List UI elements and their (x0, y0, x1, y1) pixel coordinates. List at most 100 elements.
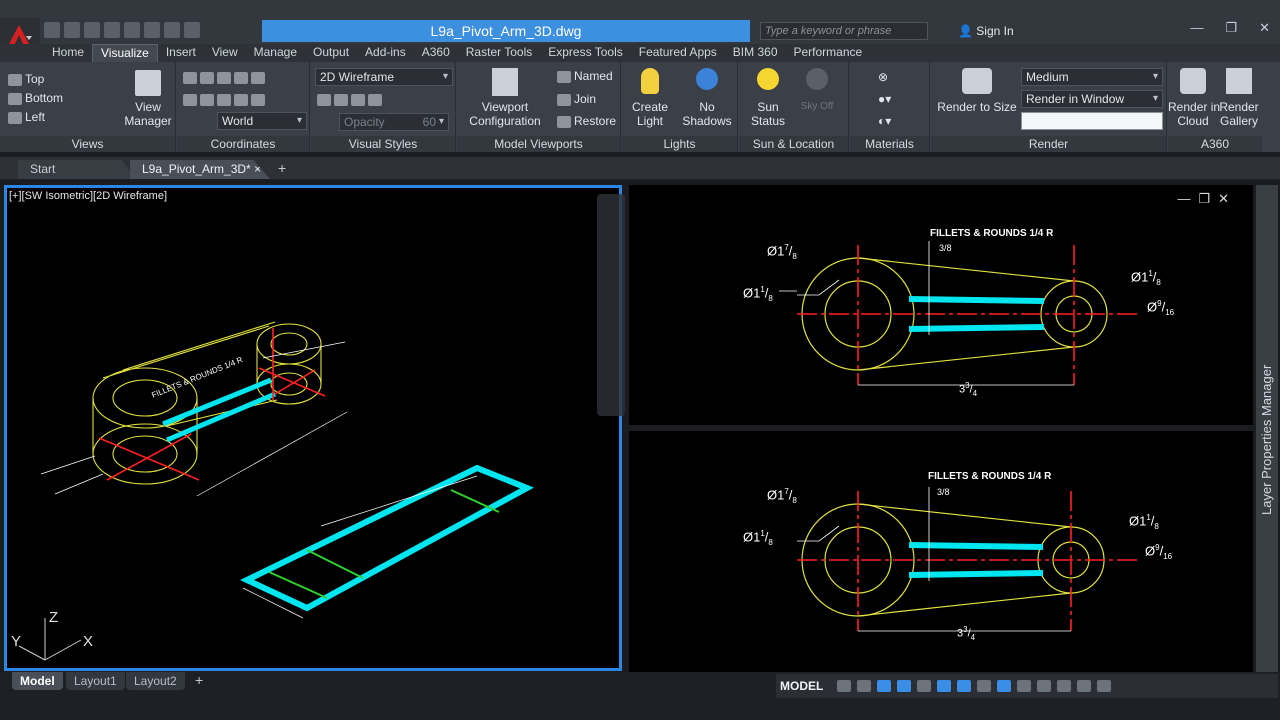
open-icon[interactable] (64, 22, 80, 38)
ucs-world-dropdown[interactable]: World (217, 112, 307, 130)
navigation-bar[interactable] (597, 194, 625, 416)
render-preset-field[interactable] (1021, 112, 1163, 130)
ribbon-tab-home[interactable]: Home (44, 44, 92, 62)
title-bar: L9a_Pivot_Arm_3D.dwg Type a keyword or p… (0, 0, 1280, 58)
share-icon[interactable] (184, 22, 200, 38)
render-gallery-button[interactable]: Render Gallery (1216, 68, 1262, 128)
polar-icon[interactable] (897, 680, 912, 692)
grid-icon[interactable] (837, 680, 852, 692)
ribbon-tab-manage[interactable]: Manage (246, 44, 305, 62)
sun-icon (757, 68, 779, 90)
ribbon-tab-insert[interactable]: Insert (158, 44, 204, 62)
ribbon-tab-a360[interactable]: A360 (414, 44, 458, 62)
hardware-icon[interactable] (1057, 680, 1072, 692)
opacity-slider[interactable]: Opacity 60 (339, 113, 449, 131)
join-viewports-button[interactable]: Join (557, 92, 596, 106)
osnap-icon[interactable] (917, 680, 932, 692)
workspace-icon[interactable] (977, 680, 992, 692)
close-icon[interactable]: ✕ (1259, 20, 1270, 36)
ribbon-tab-featured-apps[interactable]: Featured Apps (631, 44, 725, 62)
render-output-dropdown[interactable]: Render in Window (1021, 90, 1163, 108)
render-to-size-button[interactable]: Render to Size (937, 68, 1017, 114)
ucs-icons-row1[interactable] (183, 70, 268, 84)
view-manager-button[interactable]: View Manager (124, 70, 172, 128)
undo-icon[interactable] (144, 22, 160, 38)
status-bar: Model Layout1 Layout2 + MODEL (0, 672, 1280, 720)
viewport-configuration-button[interactable]: Viewport Configuration (461, 68, 549, 128)
save-icon[interactable] (84, 22, 100, 38)
restore-icon[interactable]: ❐ (1225, 20, 1237, 36)
viewport-3d[interactable]: [+][SW Isometric][2D Wireframe] FILLETS … (4, 185, 625, 671)
material-sphere-icon[interactable]: ●▾ (878, 92, 891, 106)
model-space-button[interactable]: MODEL (780, 679, 823, 693)
tab-layout2[interactable]: Layout2 (126, 672, 185, 690)
redo-icon[interactable] (164, 22, 180, 38)
dim-length-2: 33/4 (957, 625, 976, 642)
tab-drawing[interactable]: L9a_Pivot_Arm_3D* × (130, 160, 270, 179)
named-viewports-button[interactable]: Named (557, 69, 613, 83)
drawing-area: [+][SW Isometric][2D Wireframe] FILLETS … (0, 180, 1280, 672)
render-quality-dropdown[interactable]: Medium (1021, 68, 1163, 86)
restore-viewports-button[interactable]: Restore (557, 114, 616, 128)
clean-screen-icon[interactable] (1077, 680, 1092, 692)
gear-icon[interactable] (1017, 680, 1032, 692)
model-viewports-panel-title: Model Viewports (457, 136, 620, 152)
ribbon-tab-view[interactable]: View (204, 44, 246, 62)
tab-start[interactable]: Start (18, 160, 136, 179)
save-as-icon[interactable] (104, 22, 120, 38)
search-input[interactable]: Type a keyword or phrase (760, 22, 928, 40)
visual-style-tools[interactable] (317, 92, 385, 106)
dim-dia-right-2: Ø11/8 (1129, 513, 1159, 531)
iso-note: FILLETS & ROUNDS 1/4 R (150, 355, 244, 400)
print-icon[interactable] (124, 22, 140, 38)
new-icon[interactable] (44, 22, 60, 38)
view-top[interactable]: Top (8, 72, 44, 86)
ucs-icons-row2[interactable] (183, 92, 268, 106)
ortho-icon[interactable] (877, 680, 892, 692)
lights-panel-title: Lights (622, 136, 737, 152)
ribbon-tab-bim-360[interactable]: BIM 360 (725, 44, 786, 62)
snap-icon[interactable] (857, 680, 872, 692)
visual-style-dropdown[interactable]: 2D Wireframe (315, 68, 453, 86)
sun-status-button[interactable]: Sun Status (741, 68, 795, 128)
close-tab-icon[interactable]: × (254, 162, 261, 176)
render-in-cloud-button[interactable]: Render in Cloud (1168, 68, 1220, 128)
isolate-icon[interactable] (1037, 680, 1052, 692)
minimize-icon[interactable]: — (1190, 20, 1203, 36)
ucs-y-label: Y (11, 633, 21, 650)
a360-panel: Render in Cloud Render Gallery A360 (1168, 62, 1262, 152)
tab-model[interactable]: Model (12, 672, 63, 690)
customize-icon[interactable] (1097, 680, 1112, 692)
dim-length: 33/4 (959, 381, 978, 398)
render-panel: Render to Size Medium Render in Window R… (931, 62, 1167, 152)
layer-properties-palette[interactable]: Layer Properties Manager (1256, 185, 1278, 672)
add-layout-button[interactable]: + (195, 672, 203, 688)
ribbon-tab-performance[interactable]: Performance (786, 44, 871, 62)
lineweight-icon[interactable] (957, 680, 972, 692)
ribbon: Top Bottom Left View Manager Views World… (0, 62, 1280, 152)
viewport-bottom[interactable]: FILLETS & ROUNDS 1/4 R Ø17/8 Ø11/8 Ø11/8… (629, 431, 1253, 672)
isometric-model: FILLETS & ROUNDS 1/4 R Z Y X (11, 321, 535, 661)
no-shadows-button[interactable]: No Shadows (680, 68, 734, 128)
view-bottom[interactable]: Bottom (8, 91, 63, 105)
ribbon-tab-visualize[interactable]: Visualize (92, 44, 158, 62)
render-panel-title: Render (931, 136, 1166, 152)
annotation-icon[interactable] (997, 680, 1012, 692)
ribbon-tab-output[interactable]: Output (305, 44, 357, 62)
materials-browser-icon[interactable]: ⊗ (878, 70, 888, 84)
view-left[interactable]: Left (8, 110, 45, 124)
layer-properties-label: Layer Properties Manager (1259, 364, 1274, 515)
create-light-button[interactable]: Create Light (624, 68, 676, 128)
material-mapping-icon[interactable]: ◐▾ (878, 114, 891, 128)
new-tab-button[interactable]: + (278, 160, 286, 176)
ribbon-tab-raster-tools[interactable]: Raster Tools (458, 44, 540, 62)
visual-styles-panel: 2D Wireframe Opacity60 Visual Styles (311, 62, 456, 152)
viewport-top[interactable]: —❐✕ FILLETS & ROUNDS 1/4 R Ø17/8 Ø11/8 Ø… (629, 185, 1253, 425)
sign-in-button[interactable]: 👤 Sign In (958, 22, 1014, 40)
tab-layout1[interactable]: Layout1 (66, 672, 125, 690)
sky-off-button[interactable]: Sky Off (791, 68, 843, 114)
otrack-icon[interactable] (937, 680, 952, 692)
sky-icon (806, 68, 828, 90)
ribbon-tab-express-tools[interactable]: Express Tools (540, 44, 630, 62)
ribbon-tab-add-ins[interactable]: Add-ins (357, 44, 414, 62)
